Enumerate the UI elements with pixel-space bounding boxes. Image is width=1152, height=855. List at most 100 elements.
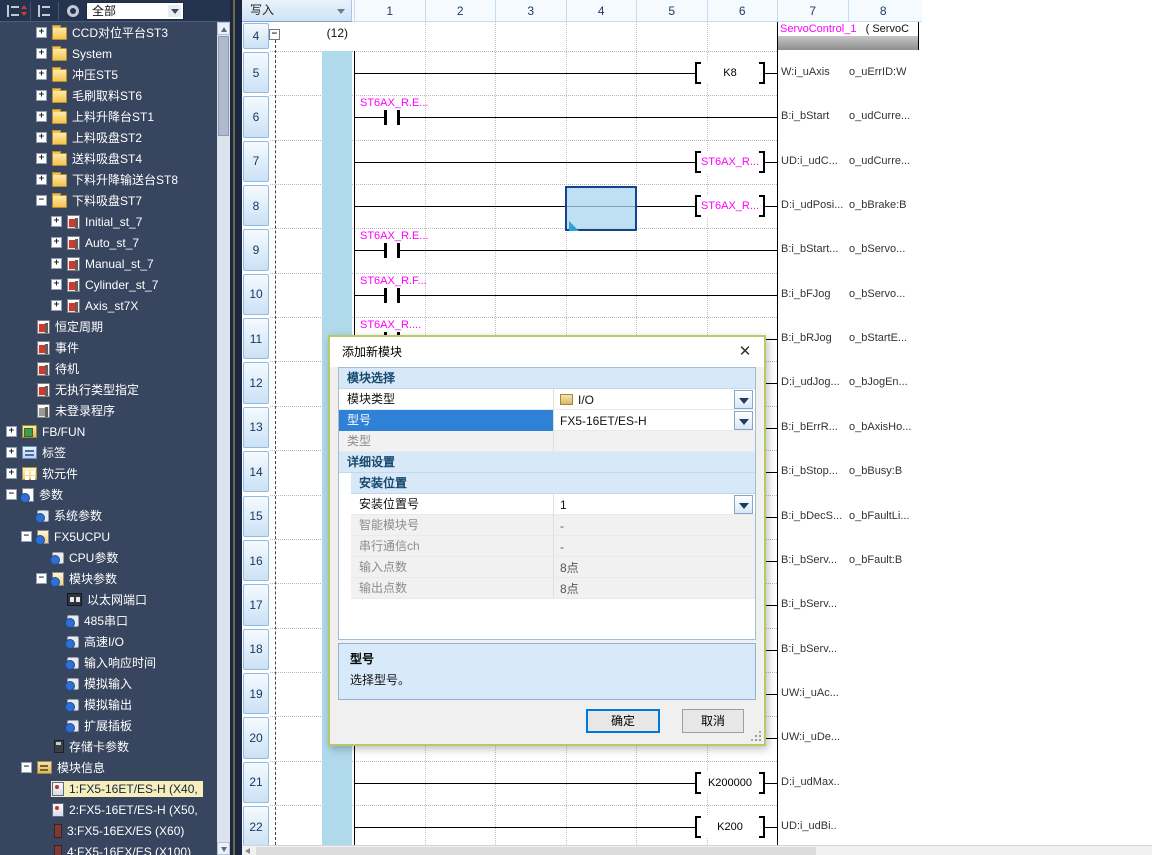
contact-symbol[interactable] <box>397 288 400 303</box>
contact-symbol[interactable] <box>397 110 400 125</box>
tree-item[interactable]: 事件 <box>0 337 217 358</box>
collapse-toggle-icon[interactable]: − <box>36 195 47 206</box>
tree-item[interactable]: 模拟输出 <box>0 694 217 715</box>
collapse-toggle-icon[interactable]: − <box>6 489 17 500</box>
row-number-cell[interactable]: 5 <box>243 52 269 93</box>
row-number-cell[interactable]: 6 <box>243 96 269 137</box>
expand-toggle-icon[interactable]: + <box>36 153 47 164</box>
expand-toggle-icon[interactable]: + <box>36 111 47 122</box>
rung-wire[interactable] <box>354 295 777 296</box>
device-operand[interactable]: ST6AX_R... <box>695 151 765 173</box>
tree-item[interactable]: +标签 <box>0 442 217 463</box>
tree-item[interactable]: 4:FX5-16EX/ES (X100) <box>0 841 217 855</box>
tree-item[interactable]: +FB/FUN <box>0 421 217 442</box>
row-number-cell[interactable]: 12 <box>243 362 269 403</box>
tree-item[interactable]: 恒定周期 <box>0 316 217 337</box>
contact-symbol[interactable] <box>384 243 387 258</box>
tree-item[interactable]: 扩展插板 <box>0 715 217 736</box>
tree-item[interactable]: 模拟输入 <box>0 673 217 694</box>
property-value[interactable]: I/O <box>560 389 733 410</box>
expand-toggle-icon[interactable]: + <box>36 90 47 101</box>
contact-symbol[interactable] <box>384 288 387 303</box>
expand-toggle-icon[interactable]: + <box>36 69 47 80</box>
pane-splitter[interactable] <box>230 0 242 855</box>
collapse-toggle-icon[interactable]: − <box>21 531 32 542</box>
row-number-cell[interactable]: 18 <box>243 629 269 670</box>
tree-sort-icon[interactable] <box>3 2 25 20</box>
tree-item[interactable]: 无执行类型指定 <box>0 379 217 400</box>
constant-operand[interactable]: K200 <box>695 816 765 838</box>
row-number-cell[interactable]: 21 <box>243 762 269 803</box>
tree-item[interactable]: −下料吸盘ST7 <box>0 190 217 211</box>
tree-item[interactable]: 输入响应时间 <box>0 652 217 673</box>
tree-item[interactable]: 待机 <box>0 358 217 379</box>
device-operand[interactable]: ST6AX_R... <box>695 195 765 217</box>
constant-operand[interactable]: K200000 <box>695 772 765 794</box>
dropdown-button[interactable] <box>734 390 753 409</box>
tree-item[interactable]: +下料升降输送台ST8 <box>0 169 217 190</box>
collapse-toggle-icon[interactable]: − <box>36 573 47 584</box>
tree-item[interactable]: +Initial_st_7 <box>0 211 217 232</box>
row-number-cell[interactable]: 20 <box>243 717 269 758</box>
tree-item[interactable]: +冲压ST5 <box>0 64 217 85</box>
row-number-cell[interactable]: 9 <box>243 229 269 270</box>
tree-item[interactable]: 未登录程序 <box>0 400 217 421</box>
row-number-cell[interactable]: 11 <box>243 318 269 359</box>
constant-operand[interactable]: K8 <box>695 62 765 84</box>
dropdown-button[interactable] <box>734 495 753 514</box>
dropdown-button[interactable] <box>734 411 753 430</box>
close-icon[interactable]: ✕ <box>736 343 754 361</box>
resize-grip-icon[interactable] <box>751 731 761 741</box>
expand-toggle-icon[interactable]: + <box>6 426 17 437</box>
expand-toggle-icon[interactable]: + <box>51 216 62 227</box>
scrollbar-thumb[interactable] <box>218 36 229 136</box>
rung-wire[interactable] <box>354 117 777 118</box>
tree-item[interactable]: +软元件 <box>0 463 217 484</box>
expand-toggle-icon[interactable]: + <box>51 237 62 248</box>
tree-item[interactable]: 高速I/O <box>0 631 217 652</box>
tree-item[interactable]: 3:FX5-16EX/ES (X60) <box>0 820 217 841</box>
tree-scrollbar[interactable] <box>217 22 230 855</box>
tree-item[interactable]: +Auto_st_7 <box>0 232 217 253</box>
tree-item[interactable]: −模块参数 <box>0 568 217 589</box>
ok-button[interactable]: 确定 <box>586 709 660 733</box>
row-number-cell[interactable]: 19 <box>243 673 269 714</box>
tree-item[interactable]: 系统参数 <box>0 505 217 526</box>
expand-toggle-icon[interactable]: + <box>36 48 47 59</box>
tree-item[interactable]: −模块信息 <box>0 757 217 778</box>
expand-toggle-icon[interactable]: + <box>6 468 17 479</box>
row-number-cell[interactable]: 13 <box>243 407 269 448</box>
scroll-up-icon[interactable] <box>217 22 230 35</box>
ladder-hscrollbar[interactable] <box>242 845 1152 855</box>
property-value[interactable]: 1 <box>560 494 733 515</box>
tree-item[interactable]: +Cylinder_st_7 <box>0 274 217 295</box>
tree-item[interactable]: +System <box>0 43 217 64</box>
expand-toggle-icon[interactable]: + <box>6 447 17 458</box>
collapse-toggle-icon[interactable]: − <box>21 762 32 773</box>
expand-toggle-icon[interactable]: + <box>36 27 47 38</box>
row-number-cell[interactable]: 15 <box>243 496 269 537</box>
row-number-cell[interactable]: 4 <box>243 23 269 49</box>
expand-toggle-icon[interactable]: + <box>36 174 47 185</box>
expand-toggle-icon[interactable]: + <box>51 258 62 269</box>
row-number-cell[interactable]: 7 <box>243 141 269 182</box>
row-number-cell[interactable]: 22 <box>243 806 269 847</box>
tree-item[interactable]: +CCD对位平台ST3 <box>0 22 217 43</box>
expand-toggle-icon[interactable]: + <box>51 279 62 290</box>
tree-item[interactable]: 2:FX5-16ET/ES-H (X50, <box>0 799 217 820</box>
scroll-left-icon[interactable] <box>245 848 250 854</box>
edit-mode-dropdown[interactable]: 写入 <box>242 0 352 22</box>
tree-item[interactable]: −参数 <box>0 484 217 505</box>
rung-wire[interactable] <box>354 250 777 251</box>
tree-filter-dropdown[interactable]: 全部 <box>86 2 184 20</box>
rung-collapse-toggle[interactable]: − <box>269 29 280 40</box>
scroll-down-icon[interactable] <box>217 842 230 855</box>
expand-toggle-icon[interactable]: + <box>36 132 47 143</box>
cancel-button[interactable]: 取消 <box>682 709 744 733</box>
row-number-cell[interactable]: 14 <box>243 451 269 492</box>
tree-item[interactable]: 1:FX5-16ET/ES-H (X40, <box>0 778 217 799</box>
property-value[interactable]: FX5-16ET/ES-H <box>560 410 733 431</box>
contact-symbol[interactable] <box>384 110 387 125</box>
collapse-all-icon[interactable] <box>34 2 56 20</box>
tree-item[interactable]: +Manual_st_7 <box>0 253 217 274</box>
